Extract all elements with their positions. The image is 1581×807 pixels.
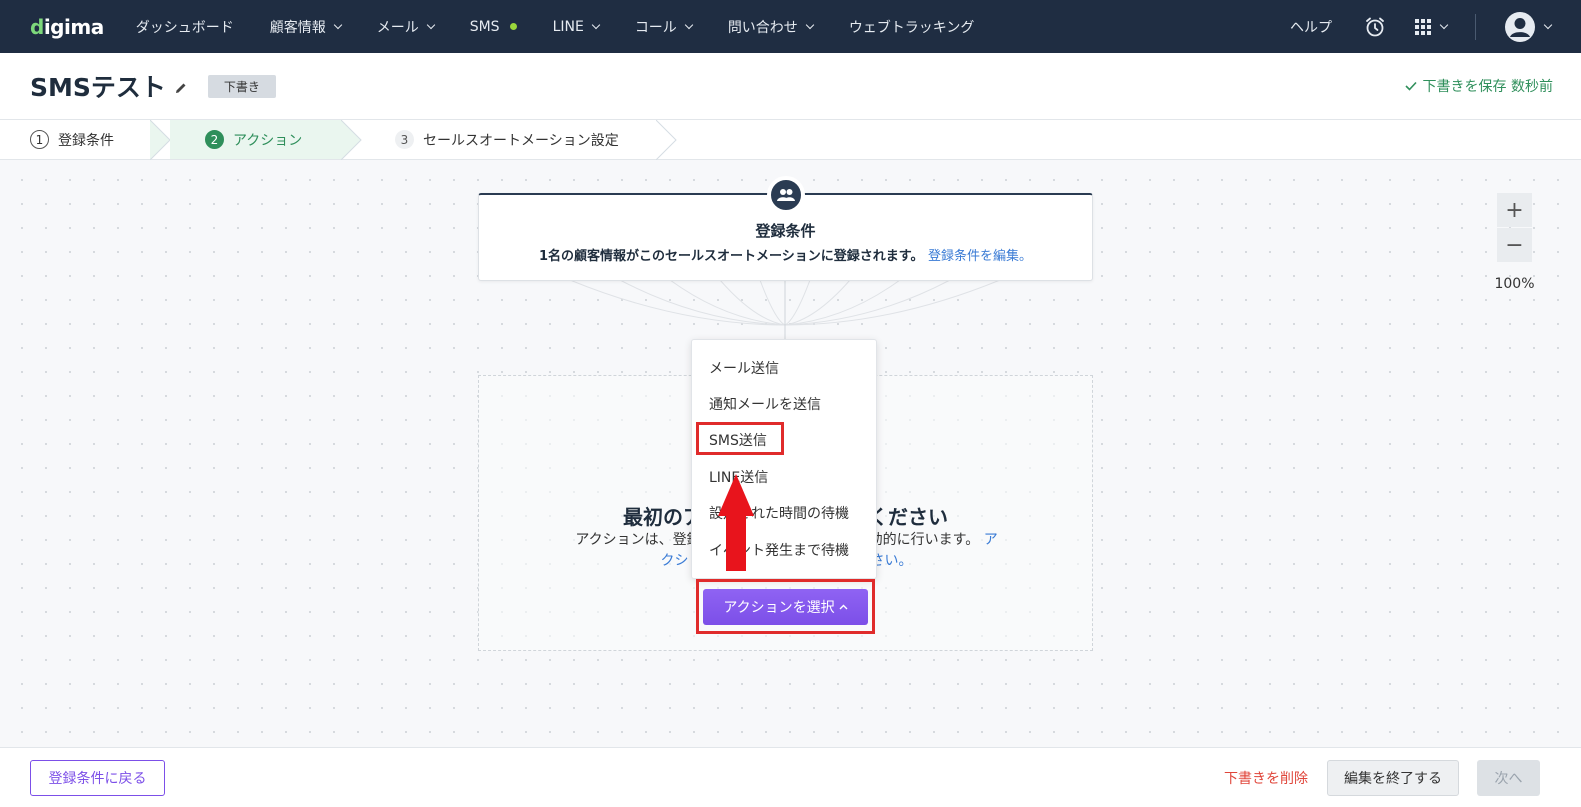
nav-sms[interactable]: SMS (452, 0, 535, 53)
nav-label: 問い合わせ (727, 19, 798, 36)
step-separator-icon (341, 120, 362, 160)
save-status: 下書きを保存 数秒前 (1404, 76, 1553, 96)
nav-label: ウェブトラッキング (848, 19, 975, 36)
nav-label: コール (634, 19, 677, 36)
nav-label: LINE (552, 18, 584, 35)
finish-edit-button[interactable]: 編集を終了する (1327, 760, 1459, 796)
nav-label: ダッシュボード (135, 19, 234, 36)
chevron-down-icon (333, 20, 342, 30)
nav-label: SMS (469, 18, 500, 35)
chevron-up-icon (839, 604, 848, 610)
user-avatar-icon (1505, 11, 1535, 42)
step-label: セールスオートメーション設定 (423, 132, 619, 149)
red-arrow-icon (718, 474, 754, 516)
step-label: 登録条件 (58, 132, 114, 149)
chevron-down-icon (426, 20, 435, 30)
chevron-down-icon (1543, 20, 1553, 30)
nav-right: ヘルプ (1272, 0, 1581, 53)
nav-call[interactable]: コール (617, 0, 710, 53)
next-button[interactable]: 次へ (1477, 760, 1540, 796)
nav-customer-info[interactable]: 顧客情報 (252, 0, 359, 53)
step-3[interactable]: 3 セールスオートメーション設定 (395, 120, 619, 159)
nav-inquiry[interactable]: 問い合わせ (710, 0, 831, 53)
connector-lines (569, 280, 1001, 340)
trigger-description: 1名の顧客情報がこのセールスオートメーションに登録されます。 登録条件を編集。 (479, 245, 1092, 264)
automation-canvas[interactable]: 登録条件 1名の顧客情報がこのセールスオートメーションに登録されます。 登録条件… (0, 160, 1581, 747)
nav-dashboard[interactable]: ダッシュボード (118, 0, 252, 53)
select-action-label: アクションを選択 (723, 600, 835, 616)
save-status-text: 下書きを保存 数秒前 (1422, 79, 1553, 95)
chevron-down-icon (1439, 20, 1449, 30)
pencil-edit-icon[interactable] (174, 81, 188, 95)
nav-label: 顧客情報 (269, 19, 326, 36)
footer-bar: 登録条件に戻る 下書きを削除 編集を終了する 次へ (0, 747, 1581, 807)
user-menu-button[interactable] (1490, 0, 1581, 53)
status-dot-icon (509, 23, 517, 30)
people-icon (767, 176, 805, 214)
top-nav: d igima ダッシュボード 顧客情報 メール SMS LINE コール 問い合… (0, 0, 1581, 53)
apps-menu-button[interactable] (1400, 0, 1461, 53)
nav-label: ヘルプ (1290, 19, 1332, 36)
step-number: 3 (395, 130, 414, 149)
back-to-conditions-button[interactable]: 登録条件に戻る (30, 760, 165, 796)
status-badge: 下書き (207, 74, 276, 98)
empty-desc-left: アクションは、登録 (575, 532, 701, 548)
zoom-controls: + − 100% (1494, 193, 1535, 292)
step-1[interactable]: 1 登録条件 (30, 120, 114, 159)
page-header: SMSテスト 下書き 下書きを保存 数秒前 (0, 53, 1581, 120)
edit-trigger-link[interactable]: 登録条件を編集。 (928, 249, 1032, 264)
digima-logo[interactable]: d igima (30, 15, 104, 39)
nav-help[interactable]: ヘルプ (1272, 0, 1350, 53)
nav-web-tracking[interactable]: ウェブトラッキング (831, 0, 993, 53)
trigger-card: 登録条件 1名の顧客情報がこのセールスオートメーションに登録されます。 登録条件… (478, 176, 1093, 281)
nav-divider (1475, 13, 1476, 40)
trigger-desc-text: 1名の顧客情報がこのセールスオートメーションに登録されます。 (538, 249, 924, 264)
step-2[interactable]: 2 アクション (170, 120, 342, 159)
trigger-title: 登録条件 (755, 222, 816, 240)
step-number: 2 (205, 130, 224, 149)
highlight-box-sms (696, 422, 784, 455)
zoom-in-button[interactable]: + (1497, 193, 1532, 227)
logo-accent: d (30, 14, 44, 39)
apps-grid-icon (1415, 18, 1431, 35)
zoom-level: 100% (1494, 276, 1535, 292)
zoom-out-button[interactable]: − (1497, 228, 1532, 262)
nav-label: メール (376, 19, 419, 36)
step-label: アクション (233, 132, 303, 149)
chevron-down-icon (591, 20, 601, 30)
menu-item-send-notification[interactable]: 通知メールを送信 (709, 394, 821, 414)
select-action-button[interactable]: アクションを選択 (703, 589, 868, 625)
chevron-down-icon (684, 20, 694, 30)
alarm-clock-icon (1366, 17, 1384, 36)
step-separator-icon (656, 120, 677, 160)
alarm-button[interactable] (1350, 0, 1400, 53)
logo-text: igima (43, 14, 104, 39)
step-separator-icon (150, 120, 171, 160)
red-arrow-shaft (726, 515, 746, 571)
nav-line[interactable]: LINE (535, 0, 617, 53)
page-title: SMSテスト (30, 73, 166, 102)
step-progress: 1 登録条件 2 アクション 3 セールスオートメーション設定 (0, 120, 1581, 160)
nav-mail[interactable]: メール (359, 0, 452, 53)
action-dropdown-menu: メール送信 通知メールを送信 SMS送信 LINE送信 設定された時間の待機 イ… (691, 339, 877, 579)
empty-title-right: ください (868, 505, 948, 529)
check-icon (1404, 81, 1417, 91)
chevron-down-icon (805, 20, 815, 30)
help-link[interactable]: ア (984, 532, 998, 548)
step-number: 1 (30, 130, 49, 149)
delete-draft-link[interactable]: 下書きを削除 (1224, 768, 1308, 788)
menu-item-send-mail[interactable]: メール送信 (709, 358, 779, 378)
empty-desc-right: 動的に行います。 (868, 532, 980, 548)
